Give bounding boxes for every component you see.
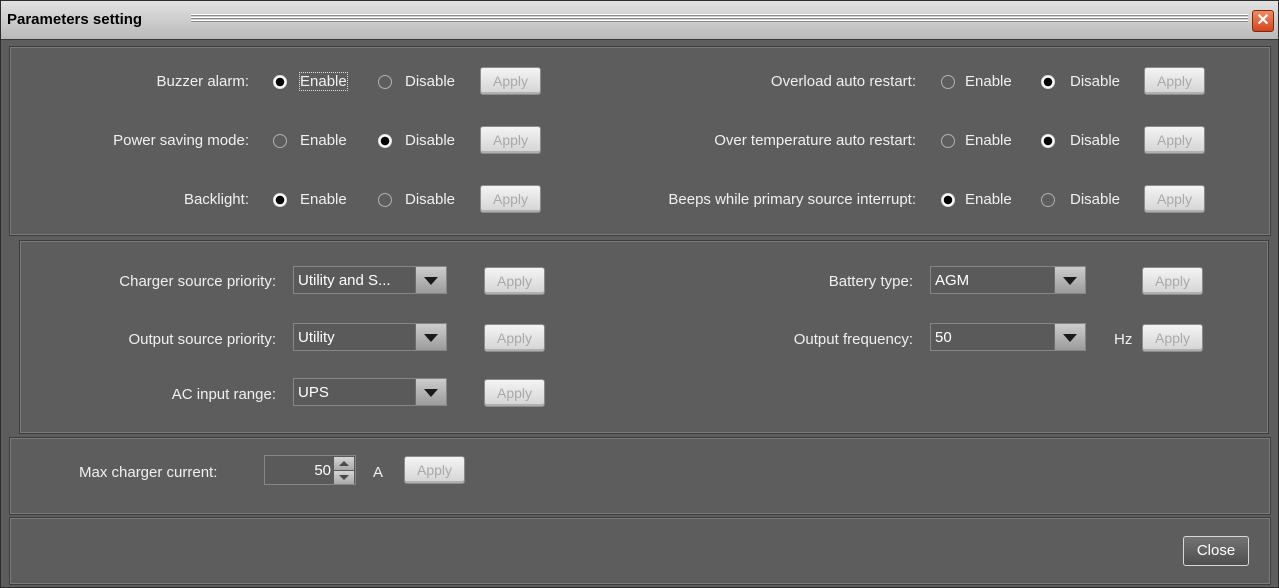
overload-auto-restart-enable-label[interactable]: Enable bbox=[965, 73, 1012, 90]
battery-type-label: Battery type: bbox=[828, 273, 913, 290]
power-saving-mode-apply-button[interactable]: Apply bbox=[480, 126, 541, 154]
beeps-primary-source-interrupt-enable-label[interactable]: Enable bbox=[965, 191, 1012, 208]
battery-type-value: AGM bbox=[935, 272, 970, 289]
backlight-apply-button[interactable]: Apply bbox=[480, 185, 541, 213]
ac-input-range-select[interactable]: UPS bbox=[293, 378, 447, 406]
buzzer-alarm-enable-label[interactable]: Enable bbox=[299, 72, 348, 91]
overload-auto-restart-label: Overload auto restart: bbox=[770, 73, 916, 90]
dropdown-arrow-icon[interactable] bbox=[415, 267, 446, 293]
close-icon[interactable]: ✕ bbox=[1252, 10, 1274, 32]
backlight-enable-radio[interactable] bbox=[273, 193, 287, 207]
ac-input-range-value: UPS bbox=[298, 384, 329, 401]
over-temperature-auto-restart-disable-label[interactable]: Disable bbox=[1070, 132, 1120, 149]
parameters-setting-dialog: Parameters setting ✕ Buzzer alarm: Enabl… bbox=[0, 0, 1279, 588]
power-saving-mode-enable-radio[interactable] bbox=[273, 134, 287, 148]
power-saving-mode-label: Power saving mode: bbox=[113, 132, 249, 149]
buzzer-alarm-enable-radio[interactable] bbox=[273, 75, 287, 89]
charger-source-priority-select[interactable]: Utility and S... bbox=[293, 266, 447, 294]
battery-type-select[interactable]: AGM bbox=[930, 266, 1086, 294]
buzzer-alarm-disable-radio[interactable] bbox=[378, 75, 392, 89]
output-source-priority-value: Utility bbox=[298, 329, 335, 346]
dropdown-arrow-icon[interactable] bbox=[1054, 324, 1085, 350]
buzzer-alarm-label: Buzzer alarm: bbox=[156, 73, 249, 90]
battery-type-apply-button[interactable]: Apply bbox=[1142, 267, 1203, 295]
title-bar[interactable]: Parameters setting ✕ bbox=[1, 1, 1278, 40]
power-saving-mode-enable-label[interactable]: Enable bbox=[300, 132, 347, 149]
max-charger-current-apply-button[interactable]: Apply bbox=[404, 456, 465, 484]
over-temperature-auto-restart-apply-button[interactable]: Apply bbox=[1144, 126, 1205, 154]
max-charger-current-label: Max charger current: bbox=[79, 464, 218, 481]
spinner-up-icon[interactable] bbox=[334, 457, 354, 470]
close-button[interactable]: Close bbox=[1183, 536, 1249, 566]
backlight-disable-label[interactable]: Disable bbox=[405, 191, 455, 208]
backlight-disable-radio[interactable] bbox=[378, 193, 392, 207]
overload-auto-restart-apply-button[interactable]: Apply bbox=[1144, 67, 1205, 95]
charger-source-priority-apply-button[interactable]: Apply bbox=[484, 267, 545, 295]
over-temperature-auto-restart-enable-radio[interactable] bbox=[941, 134, 955, 148]
output-source-priority-select[interactable]: Utility bbox=[293, 323, 447, 351]
window-title: Parameters setting bbox=[7, 11, 143, 28]
output-frequency-select[interactable]: 50 bbox=[930, 323, 1086, 351]
buzzer-alarm-disable-label[interactable]: Disable bbox=[405, 73, 455, 90]
beeps-primary-source-interrupt-disable-radio[interactable] bbox=[1041, 193, 1055, 207]
beeps-primary-source-interrupt-disable-label[interactable]: Disable bbox=[1070, 191, 1120, 208]
beeps-primary-source-interrupt-enable-radio[interactable] bbox=[941, 193, 955, 207]
beeps-primary-source-interrupt-label: Beeps while primary source interrupt: bbox=[668, 191, 916, 208]
output-frequency-apply-button[interactable]: Apply bbox=[1142, 324, 1203, 352]
output-source-priority-label: Output source priority: bbox=[128, 331, 276, 348]
output-frequency-unit: Hz bbox=[1114, 331, 1133, 348]
ac-input-range-label: AC input range: bbox=[171, 386, 276, 403]
bottom-bar bbox=[9, 517, 1271, 585]
backlight-label: Backlight: bbox=[183, 191, 249, 208]
output-source-priority-apply-button[interactable]: Apply bbox=[484, 324, 545, 352]
dropdown-arrow-icon[interactable] bbox=[1054, 267, 1085, 293]
overload-auto-restart-enable-radio[interactable] bbox=[941, 75, 955, 89]
over-temperature-auto-restart-enable-label[interactable]: Enable bbox=[965, 132, 1012, 149]
spinner-down-icon[interactable] bbox=[334, 471, 354, 484]
backlight-enable-label[interactable]: Enable bbox=[300, 191, 347, 208]
over-temperature-auto-restart-label: Over temperature auto restart: bbox=[714, 132, 916, 149]
power-saving-mode-disable-label[interactable]: Disable bbox=[405, 132, 455, 149]
dropdown-arrow-icon[interactable] bbox=[415, 324, 446, 350]
output-frequency-label: Output frequency: bbox=[793, 331, 913, 348]
beeps-primary-source-interrupt-apply-button[interactable]: Apply bbox=[1144, 185, 1205, 213]
max-charger-current-spinner[interactable]: 50 bbox=[264, 455, 356, 485]
max-charger-current-value: 50 bbox=[314, 462, 331, 479]
charger-source-priority-label: Charger source priority: bbox=[119, 273, 276, 290]
charger-source-priority-value: Utility and S... bbox=[298, 272, 391, 289]
output-frequency-value: 50 bbox=[935, 329, 952, 346]
buzzer-alarm-apply-button[interactable]: Apply bbox=[480, 67, 541, 95]
power-saving-mode-disable-radio[interactable] bbox=[378, 134, 392, 148]
over-temperature-auto-restart-disable-radio[interactable] bbox=[1041, 134, 1055, 148]
overload-auto-restart-disable-radio[interactable] bbox=[1041, 75, 1055, 89]
dropdown-arrow-icon[interactable] bbox=[415, 379, 446, 405]
title-grip bbox=[191, 14, 1248, 23]
overload-auto-restart-disable-label[interactable]: Disable bbox=[1070, 73, 1120, 90]
ac-input-range-apply-button[interactable]: Apply bbox=[484, 379, 545, 407]
max-charger-current-unit: A bbox=[373, 464, 384, 481]
